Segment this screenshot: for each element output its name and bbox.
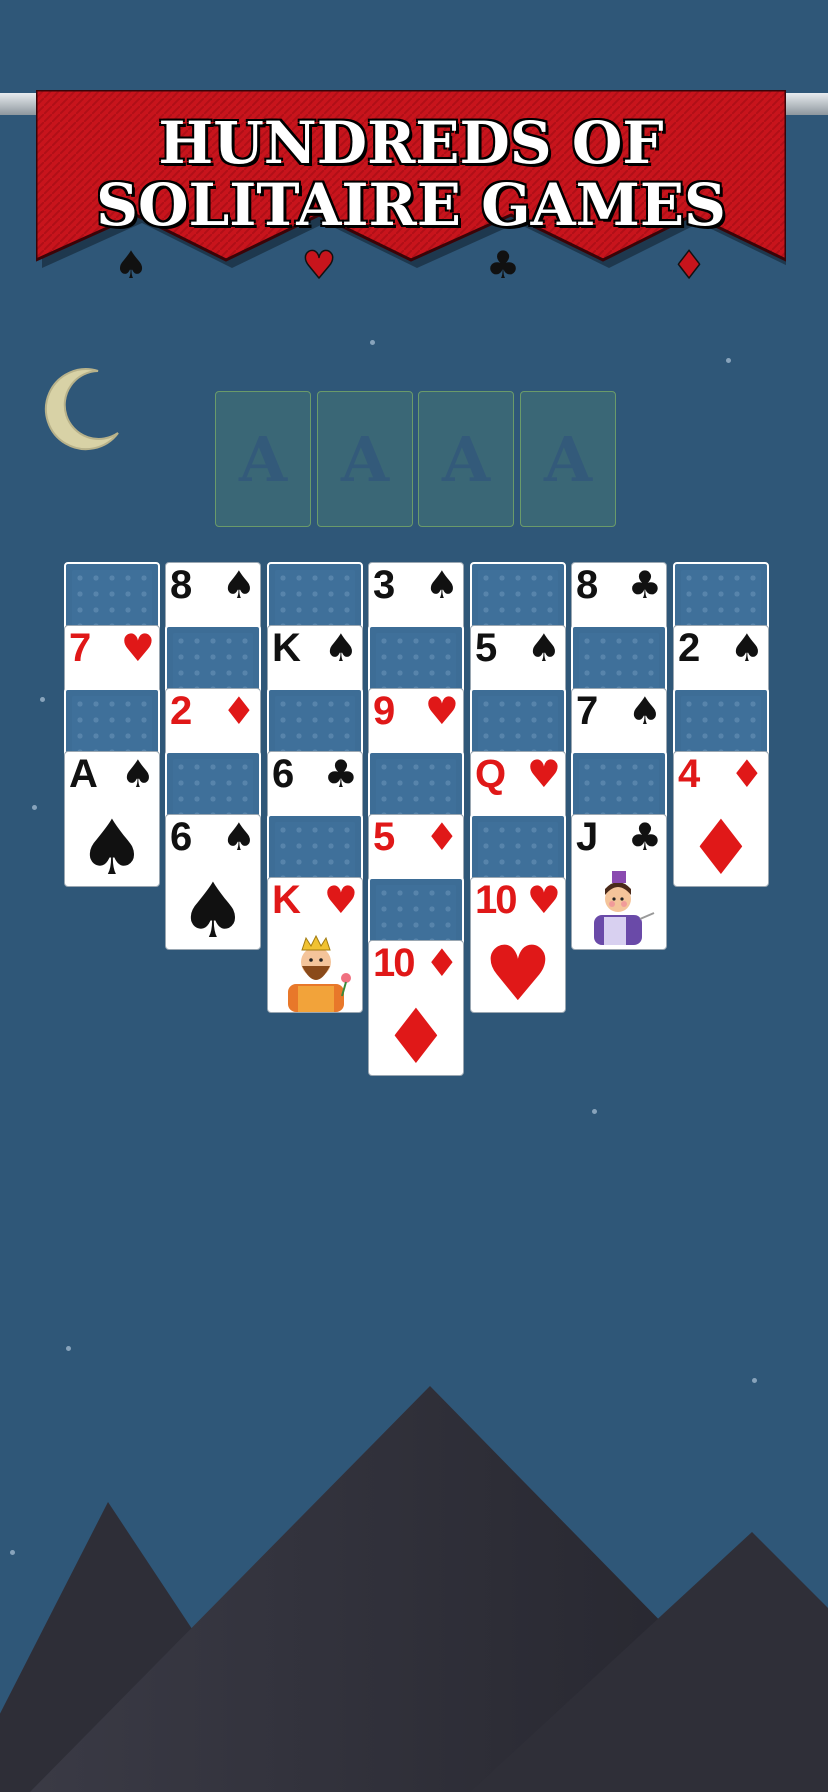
card-rank: 4 (678, 752, 700, 796)
card-suit-icon: ♦ (221, 689, 256, 733)
card-suit-icon: ♠ (221, 563, 256, 607)
card-suit-icon: ♠ (120, 752, 155, 796)
banner-title-line1: HUNDREDS OF (158, 109, 664, 177)
card-suit-icon: ♦ (424, 815, 459, 859)
spade-icon: ♠ (114, 243, 148, 287)
heart-icon: ♥ (301, 242, 337, 288)
diamond-icon: ♦ (671, 242, 707, 288)
card-rank: 5 (373, 815, 395, 859)
card[interactable]: A ♠ ♠ (64, 751, 160, 887)
card-suit-icon: ♣ (323, 752, 358, 796)
foundation-slot[interactable]: A (418, 391, 514, 527)
star (726, 358, 731, 363)
card[interactable]: 10 ♥ ♥ (470, 877, 566, 1013)
svg-text:♦: ♦ (672, 243, 706, 287)
mountains-decoration (0, 1386, 828, 1792)
star (592, 1109, 597, 1114)
card-suit-icon: ♣ (627, 563, 662, 607)
card[interactable]: 4 ♦ ♦ (673, 751, 769, 887)
card-rank: 2 (170, 689, 192, 733)
card-rank: A (69, 752, 98, 796)
card-rank: 7 (576, 689, 598, 733)
card-rank: 6 (170, 815, 192, 859)
card-suit-icon: ♠ (424, 563, 459, 607)
card-suit-icon: ♠ (526, 626, 561, 670)
card-suit-icon: ♥ (526, 878, 561, 922)
card-center-suit-icon: ♠ (77, 803, 147, 887)
card-suit-icon: ♦ (424, 941, 459, 985)
card-suit-icon: ♣ (627, 815, 662, 859)
card-rank: J (576, 815, 598, 859)
card[interactable]: J ♣ (571, 814, 667, 950)
foundation-slot[interactable]: A (215, 391, 311, 527)
svg-text:♥: ♥ (302, 243, 336, 287)
card-suit-icon: ♠ (221, 815, 256, 859)
card-suit-icon: ♥ (323, 878, 358, 922)
card-suit-icon: ♥ (526, 752, 561, 796)
card-rank: 10 (475, 878, 517, 922)
card-suit-icon: ♥ (120, 626, 155, 670)
star (40, 697, 45, 702)
card-rank: 8 (576, 563, 598, 607)
card-suit-icon: ♦ (729, 752, 764, 796)
jack-figure-icon (594, 871, 655, 945)
card-center-suit-icon: ♦ (381, 992, 451, 1076)
card-rank: K (272, 626, 301, 670)
card-suit-icon: ♠ (323, 626, 358, 670)
card-rank: 9 (373, 689, 395, 733)
card[interactable]: 6 ♠ ♠ (165, 814, 261, 950)
card-rank: 2 (678, 626, 700, 670)
card-rank: K (272, 878, 301, 922)
star (370, 340, 375, 345)
card-suit-icon: ♠ (729, 626, 764, 670)
star (32, 805, 37, 810)
card[interactable]: 10 ♦ ♦ (368, 940, 464, 1076)
card-rank: 8 (170, 563, 192, 607)
card-rank: 6 (272, 752, 294, 796)
banner-title: HUNDREDS OF SOLITAIRE GAMES (36, 112, 786, 236)
moon-icon (44, 368, 119, 451)
banner-title-line2: SOLITAIRE GAMES (96, 171, 726, 239)
card-suit-icon: ♥ (424, 689, 459, 733)
svg-text:♣: ♣ (486, 243, 520, 287)
card-rank: 5 (475, 626, 497, 670)
foundation-slot[interactable]: A (317, 391, 413, 527)
card-suit-icon: ♠ (627, 689, 662, 733)
star (66, 1346, 71, 1351)
club-icon: ♣ (486, 243, 520, 287)
card-rank: 3 (373, 563, 395, 607)
card-center-suit-icon: ♠ (178, 866, 248, 950)
card[interactable]: K ♥ (267, 877, 363, 1013)
card-rank: 7 (69, 626, 91, 670)
card-rank: 10 (373, 941, 415, 985)
card-rank: Q (475, 752, 506, 796)
svg-text:♠: ♠ (114, 243, 148, 287)
card-center-suit-icon: ♦ (686, 803, 756, 887)
king-figure-icon (288, 934, 351, 1012)
card-center-suit-icon: ♥ (483, 929, 553, 1013)
foundation-slot[interactable]: A (520, 391, 616, 527)
